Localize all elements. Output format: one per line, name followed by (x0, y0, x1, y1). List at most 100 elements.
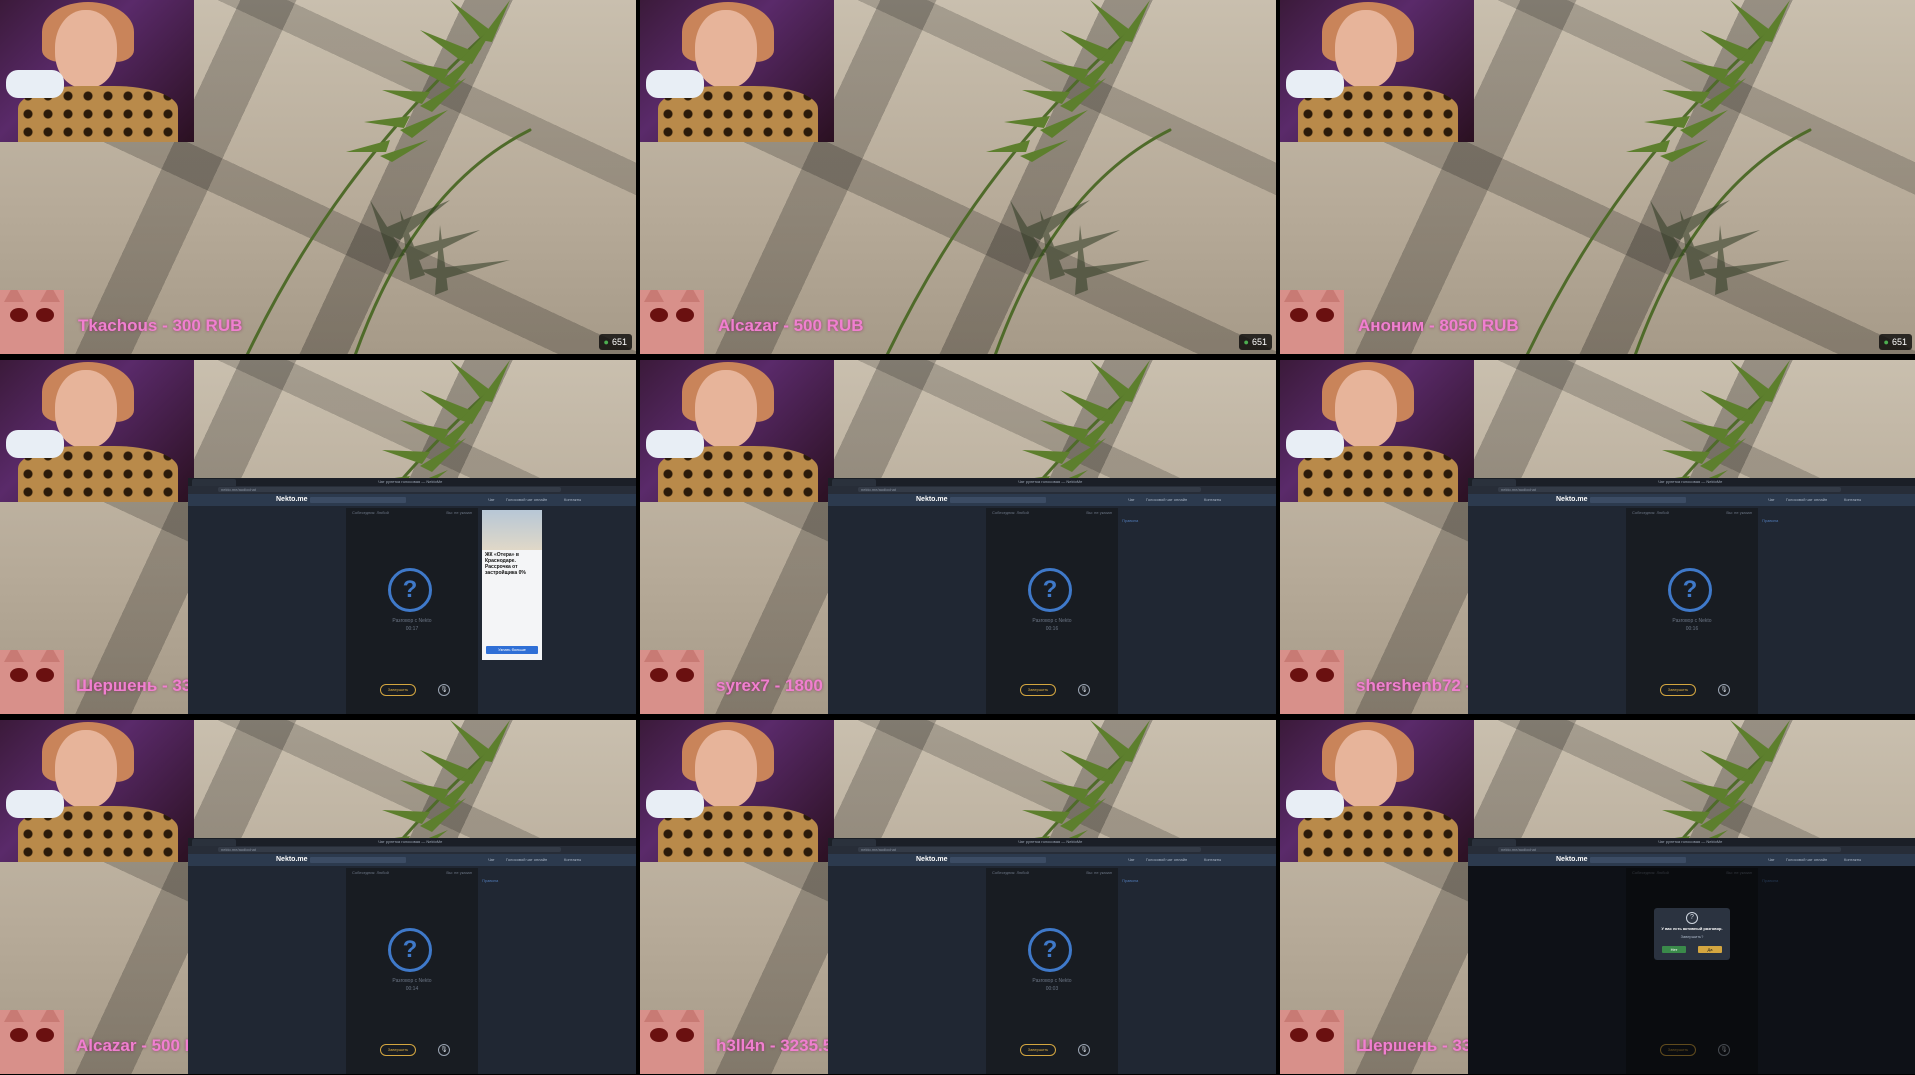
partner-filter[interactable]: Собеседник: Любой (992, 510, 1029, 515)
microphone-icon[interactable]: 🎙 (438, 684, 450, 696)
site-logo[interactable]: Nekto.me (916, 494, 948, 506)
site-search-input[interactable] (310, 497, 406, 503)
browser-tab[interactable] (1472, 479, 1516, 486)
site-nav: Nekto.me Чат Голосовой чат онлайн Контак… (188, 854, 636, 866)
sidebar-link[interactable]: Правила (1762, 518, 1778, 523)
self-filter[interactable]: Вы: не указан (446, 870, 472, 875)
partner-filter[interactable]: Собеседник: Любой (352, 510, 389, 515)
address-bar: nekto.me/audiochat (1468, 486, 1915, 494)
partner-filter[interactable]: Собеседник: Любой (352, 870, 389, 875)
browser-tab[interactable] (832, 479, 876, 486)
nav-link[interactable]: Голосовой чат онлайн (506, 494, 547, 506)
ad-popup[interactable]: ЖК «Отера» в Краснодаре. Рассрочка от за… (482, 510, 542, 660)
streamer-webcam (640, 720, 834, 862)
site-logo[interactable]: Nekto.me (916, 854, 948, 866)
nav-link[interactable]: Контакты (564, 854, 581, 866)
sidebar-link[interactable]: Правила (1122, 878, 1138, 883)
ad-title: ЖК «Отера» в Краснодаре. Рассрочка от за… (485, 552, 526, 576)
nav-link[interactable]: Голосовой чат онлайн (1146, 494, 1187, 506)
browser-window: Чат рулетка голосовая — NektoMe nekto.me… (188, 478, 636, 714)
call-timer: 00:16 (1685, 626, 1699, 632)
url-field[interactable]: nekto.me/audiochat (1498, 487, 1841, 492)
nav-link[interactable]: Голосовой чат онлайн (1786, 854, 1827, 866)
nav-link[interactable]: Контакты (1844, 494, 1861, 506)
microphone-icon[interactable]: 🎙 (1718, 684, 1730, 696)
browser-tab[interactable] (192, 839, 236, 846)
ad-image (482, 510, 542, 550)
nav-link[interactable]: Чат (1768, 854, 1775, 866)
live-dot-icon: ● (1883, 337, 1889, 347)
site-logo[interactable]: Nekto.me (1556, 854, 1588, 866)
video-frame-9: Шершень - 333 Чат рулетка голосовая — Ne… (1280, 720, 1915, 1074)
question-mark-icon: ? (1668, 568, 1712, 612)
donation-alert: Шершень - 333 (76, 676, 201, 695)
site-nav: Nekto.me Чат Голосовой чат онлайн Контак… (188, 494, 636, 506)
self-filter[interactable]: Вы: не указан (1086, 510, 1112, 515)
sidebar-link[interactable]: Правила (1122, 518, 1138, 523)
live-dot-icon: ● (1243, 337, 1249, 347)
self-filter[interactable]: Вы: не указан (1086, 870, 1112, 875)
microphone-icon[interactable]: 🎙 (1078, 684, 1090, 696)
nav-link[interactable]: Контакты (1204, 494, 1221, 506)
site-logo[interactable]: Nekto.me (276, 494, 308, 506)
browser-tabbar: Чат рулетка голосовая — NektoMe (188, 838, 636, 846)
nav-link[interactable]: Контакты (1204, 854, 1221, 866)
nav-link[interactable]: Чат (488, 494, 495, 506)
url-field[interactable]: nekto.me/audiochat (218, 847, 561, 852)
window-title: Чат рулетка голосовая — NektoMe (1658, 479, 1723, 484)
address-bar: nekto.me/audiochat (828, 486, 1276, 494)
end-call-button[interactable]: Завершить (380, 1044, 416, 1056)
url-field[interactable]: nekto.me/audiochat (218, 487, 561, 492)
site-search-input[interactable] (950, 857, 1046, 863)
live-dot-icon: ● (603, 337, 609, 347)
site-search-input[interactable] (1590, 497, 1686, 503)
nav-link[interactable]: Чат (488, 854, 495, 866)
end-call-button[interactable]: Завершить (380, 684, 416, 696)
nav-link[interactable]: Чат (1128, 494, 1135, 506)
dialog-no-button[interactable]: Нет (1662, 946, 1686, 953)
self-filter[interactable]: Вы: не указан (446, 510, 472, 515)
nav-link[interactable]: Контакты (564, 494, 581, 506)
end-call-button[interactable]: Завершить (1020, 1044, 1056, 1056)
self-filter[interactable]: Вы: не указан (1726, 510, 1752, 515)
url-field[interactable]: nekto.me/audiochat (858, 487, 1201, 492)
sidebar-link[interactable]: Правила (482, 878, 498, 883)
dialog-yes-button[interactable]: Да (1698, 946, 1722, 953)
url-field[interactable]: nekto.me/audiochat (858, 847, 1201, 852)
ad-button[interactable]: Узнать больше (486, 646, 538, 654)
nav-link[interactable]: Контакты (1844, 854, 1861, 866)
donation-alert: h3ll4n - 3235.5 (716, 1036, 833, 1055)
nav-link[interactable]: Голосовой чат онлайн (1146, 854, 1187, 866)
end-call-button[interactable]: Завершить (1660, 684, 1696, 696)
browser-tabbar: Чат рулетка голосовая — NektoMe (1468, 478, 1915, 486)
address-bar: nekto.me/audiochat (1468, 846, 1915, 854)
microphone-icon[interactable]: 🎙 (438, 1044, 450, 1056)
viewer-count: ● 651 (1238, 334, 1272, 350)
chat-panel: Собеседник: Любой Вы: не указан ? Разгов… (1626, 508, 1758, 714)
cat-avatar (640, 290, 704, 354)
site-logo[interactable]: Nekto.me (1556, 494, 1588, 506)
site-logo[interactable]: Nekto.me (276, 854, 308, 866)
streamer-webcam (1280, 360, 1474, 502)
donation-alert: Аноним - 8050 RUB (1358, 316, 1519, 335)
site-search-input[interactable] (310, 857, 406, 863)
nav-link[interactable]: Чат (1768, 494, 1775, 506)
video-frame-4: Шершень - 333 Чат рулетка голосовая — Ne… (0, 360, 636, 714)
nav-link[interactable]: Чат (1128, 854, 1135, 866)
donation-alert: Alcazar - 500 I (76, 1036, 190, 1055)
partner-filter[interactable]: Собеседник: Любой (992, 870, 1029, 875)
microphone-icon[interactable]: 🎙 (1078, 1044, 1090, 1056)
url-field[interactable]: nekto.me/audiochat (1498, 847, 1841, 852)
streamer-webcam (0, 0, 194, 142)
browser-tab[interactable] (832, 839, 876, 846)
nav-link[interactable]: Голосовой чат онлайн (1786, 494, 1827, 506)
partner-filter[interactable]: Собеседник: Любой (1632, 510, 1669, 515)
browser-tab[interactable] (1472, 839, 1516, 846)
nav-link[interactable]: Голосовой чат онлайн (506, 854, 547, 866)
window-title: Чат рулетка голосовая — NektoMe (1658, 839, 1723, 844)
site-search-input[interactable] (1590, 857, 1686, 863)
streamer-webcam (1280, 0, 1474, 142)
browser-tab[interactable] (192, 479, 236, 486)
site-search-input[interactable] (950, 497, 1046, 503)
end-call-button[interactable]: Завершить (1020, 684, 1056, 696)
